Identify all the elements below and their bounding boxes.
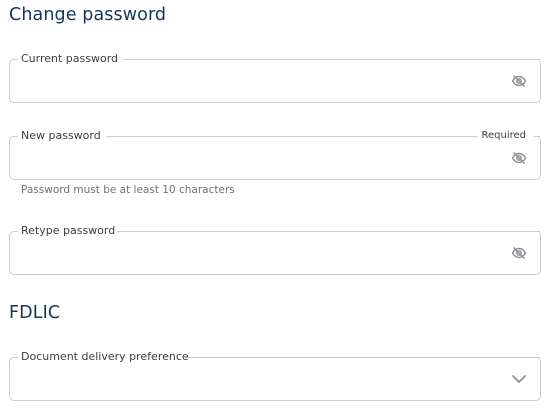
retype-password-label: Retype password <box>21 224 116 237</box>
current-password-label: Current password <box>21 52 119 65</box>
eye-slash-icon[interactable] <box>511 245 527 261</box>
settings-page: Change password Current password New pas… <box>0 0 550 411</box>
eye-slash-icon[interactable] <box>511 73 527 89</box>
new-password-label: New password <box>21 129 101 142</box>
document-delivery-label: Document delivery preference <box>21 350 189 363</box>
required-indicator: Required <box>481 130 526 141</box>
retype-password-input[interactable] <box>22 243 496 267</box>
document-delivery-select[interactable]: Document delivery preference <box>9 350 541 401</box>
document-delivery-value <box>22 369 496 391</box>
current-password-input[interactable] <box>22 71 496 95</box>
eye-slash-icon[interactable] <box>511 150 527 166</box>
change-password-heading: Change password <box>9 5 167 25</box>
new-password-input[interactable] <box>22 148 496 172</box>
new-password-field: New password Required <box>9 129 541 180</box>
current-password-field: Current password <box>9 52 541 103</box>
chevron-down-icon[interactable] <box>511 371 527 387</box>
fdlic-heading: FDLIC <box>9 303 61 323</box>
password-hint: Password must be at least 10 characters <box>21 184 235 196</box>
retype-password-field: Retype password <box>9 224 541 275</box>
